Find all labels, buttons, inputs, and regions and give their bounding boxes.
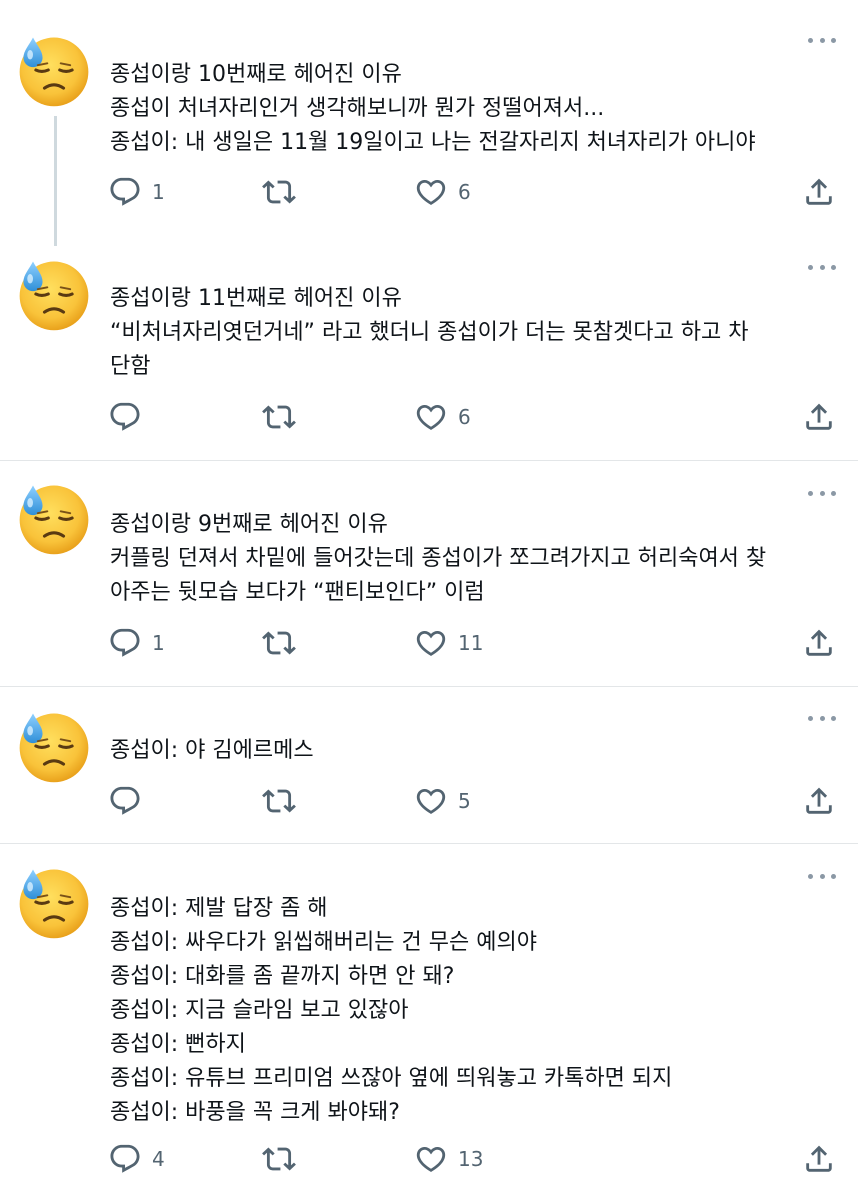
post-text-line: 단함 bbox=[110, 354, 151, 379]
post-text: 종섭이랑 9번째로 헤어진 이유 커플링 던져서 차밑에 들어갓는데 종섭이가 … bbox=[110, 508, 818, 610]
post-actions: 5 bbox=[0, 781, 858, 821]
reply-icon bbox=[110, 177, 140, 206]
post-text-line: 종섭이: 제발 답장 좀 해 bbox=[110, 896, 328, 921]
avatar[interactable] bbox=[12, 704, 96, 788]
heart-icon bbox=[416, 1146, 446, 1172]
retweet-icon bbox=[262, 180, 296, 204]
share-button[interactable] bbox=[802, 397, 836, 437]
more-horizontal-icon[interactable] bbox=[808, 713, 836, 723]
post-text-line: 종섭이랑 11번째로 헤어진 이유 bbox=[110, 286, 402, 311]
like-button[interactable]: 11 bbox=[414, 623, 483, 663]
retweet-button[interactable] bbox=[262, 1139, 306, 1179]
like-button[interactable]: 6 bbox=[414, 172, 471, 212]
more-horizontal-icon[interactable] bbox=[808, 262, 836, 272]
more-horizontal-icon[interactable] bbox=[808, 488, 836, 498]
reply-icon bbox=[110, 628, 140, 657]
downcast-face-with-sweat-emoji-icon bbox=[18, 260, 90, 332]
share-button[interactable] bbox=[802, 781, 836, 821]
post-text: 종섭이: 야 김에르메스 bbox=[110, 734, 818, 768]
avatar[interactable] bbox=[12, 476, 96, 560]
post-text: 종섭이랑 11번째로 헤어진 이유 “비처녀자리엿던거네” 라고 했더니 종섭이… bbox=[110, 282, 818, 384]
like-count: 13 bbox=[458, 1147, 484, 1171]
post-text-line: 종섭이: 내 생일은 11월 19일이고 나는 전갈자리지 처녀자리가 아니야 bbox=[110, 130, 756, 155]
post-text-line: 종섭이랑 9번째로 헤어진 이유 bbox=[110, 512, 388, 537]
heart-icon bbox=[416, 788, 446, 814]
post-text-line: 종섭이: 바풍을 꼭 크게 봐야돼? bbox=[110, 1100, 400, 1125]
post-text: 종섭이: 제발 답장 좀 해 종섭이: 싸우다가 읽씹해버리는 건 무슨 예의야… bbox=[110, 892, 818, 1130]
post-text-line: 종섭이: 지금 슬라임 보고 있잖아 bbox=[110, 998, 409, 1023]
more-horizontal-icon[interactable] bbox=[808, 871, 836, 881]
retweet-icon bbox=[262, 405, 296, 429]
post-actions: 1 11 bbox=[0, 623, 858, 663]
like-button[interactable]: 6 bbox=[414, 397, 471, 437]
post-text-line: 종섭이랑 10번째로 헤어진 이유 bbox=[110, 62, 402, 87]
like-button[interactable]: 5 bbox=[414, 781, 471, 821]
retweet-icon bbox=[262, 789, 296, 813]
post-text-line: 종섭이: 뻔하지 bbox=[110, 1032, 246, 1057]
retweet-button[interactable] bbox=[262, 397, 306, 437]
post-text-line: 종섭이: 대화를 좀 끝까지 하면 안 돼? bbox=[110, 964, 455, 989]
share-icon bbox=[806, 1145, 832, 1172]
like-count: 11 bbox=[458, 631, 484, 655]
post-text-line: 종섭이 처녀자리인거 생각해보니까 뭔가 정떨어져서... bbox=[110, 96, 605, 121]
heart-icon bbox=[416, 404, 446, 430]
reply-button[interactable]: 4 bbox=[108, 1139, 165, 1179]
avatar[interactable] bbox=[12, 28, 96, 112]
post-actions: 4 13 bbox=[0, 1139, 858, 1179]
post-actions: 6 bbox=[0, 397, 858, 437]
post-divider bbox=[0, 460, 858, 461]
reply-button[interactable]: 1 bbox=[108, 172, 165, 212]
post-text-line: 커플링 던져서 차밑에 들어갓는데 종섭이가 쪼그려가지고 허리숙여서 찾 bbox=[110, 546, 767, 571]
share-icon bbox=[806, 787, 832, 814]
share-icon bbox=[806, 629, 832, 656]
like-button[interactable]: 13 bbox=[414, 1139, 483, 1179]
share-button[interactable] bbox=[802, 1139, 836, 1179]
post-text-line: 아주는 뒷모습 보다가 “팬티보인다” 이럼 bbox=[110, 580, 485, 605]
share-button[interactable] bbox=[802, 623, 836, 663]
share-icon bbox=[806, 178, 832, 205]
retweet-icon bbox=[262, 631, 296, 655]
reply-button[interactable]: 1 bbox=[108, 623, 165, 663]
downcast-face-with-sweat-emoji-icon bbox=[18, 484, 90, 556]
post-text-line: 종섭이: 야 김에르메스 bbox=[110, 738, 314, 763]
share-icon bbox=[806, 403, 832, 430]
avatar[interactable] bbox=[12, 860, 96, 944]
more-horizontal-icon[interactable] bbox=[808, 35, 836, 45]
post-divider bbox=[0, 843, 858, 844]
post-text-line: “비처녀자리엿던거네” 라고 했더니 종섭이가 더는 못참겟다고 하고 차 bbox=[110, 320, 749, 345]
reply-button[interactable] bbox=[108, 781, 152, 821]
retweet-button[interactable] bbox=[262, 172, 306, 212]
like-count: 6 bbox=[458, 180, 471, 204]
reply-count: 4 bbox=[152, 1147, 165, 1171]
retweet-button[interactable] bbox=[262, 781, 306, 821]
like-count: 6 bbox=[458, 405, 471, 429]
downcast-face-with-sweat-emoji-icon bbox=[18, 36, 90, 108]
post-text-line: 종섭이: 유튜브 프리미엄 쓰잖아 옆에 띄워놓고 카톡하면 되지 bbox=[110, 1066, 673, 1091]
avatar[interactable] bbox=[12, 252, 96, 336]
post-text-line: 종섭이: 싸우다가 읽씹해버리는 건 무슨 예의야 bbox=[110, 930, 537, 955]
downcast-face-with-sweat-emoji-icon bbox=[18, 868, 90, 940]
reply-count: 1 bbox=[152, 631, 165, 655]
reply-icon bbox=[110, 786, 140, 815]
downcast-face-with-sweat-emoji-icon bbox=[18, 712, 90, 784]
reply-icon bbox=[110, 1144, 140, 1173]
reply-button[interactable] bbox=[108, 397, 152, 437]
like-count: 5 bbox=[458, 789, 471, 813]
heart-icon bbox=[416, 179, 446, 205]
reply-count: 1 bbox=[152, 180, 165, 204]
reply-icon bbox=[110, 402, 140, 431]
retweet-button[interactable] bbox=[262, 623, 306, 663]
post-actions: 1 6 bbox=[0, 172, 858, 212]
retweet-icon bbox=[262, 1147, 296, 1171]
share-button[interactable] bbox=[802, 172, 836, 212]
heart-icon bbox=[416, 630, 446, 656]
post-text: 종섭이랑 10번째로 헤어진 이유 종섭이 처녀자리인거 생각해보니까 뭔가 정… bbox=[110, 58, 818, 160]
post-divider bbox=[0, 686, 858, 687]
